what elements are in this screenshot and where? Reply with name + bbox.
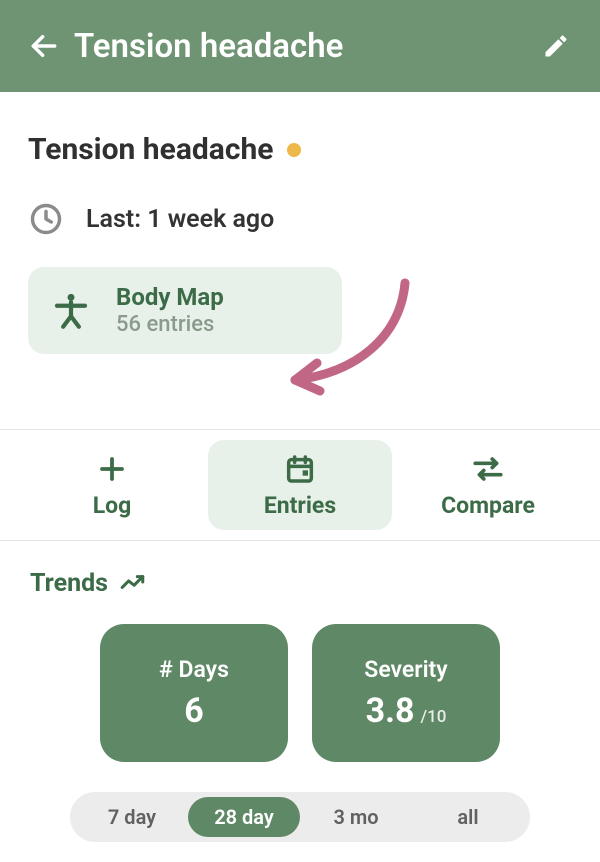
tab-log[interactable]: Log	[20, 440, 204, 530]
trend-card-days[interactable]: # Days 6	[100, 624, 288, 762]
tab-compare-label: Compare	[441, 492, 535, 519]
trend-card-severity-suffix: /10	[420, 707, 446, 727]
back-button[interactable]	[22, 24, 66, 68]
plus-icon	[95, 452, 129, 486]
tab-entries-label: Entries	[264, 492, 336, 519]
tab-entries[interactable]: Entries	[208, 440, 392, 530]
tabs-section: Log Entries	[0, 429, 600, 541]
trends-heading-row[interactable]: Trends	[28, 569, 572, 598]
range-all[interactable]: all	[412, 797, 524, 837]
trend-card-severity-title: Severity	[364, 656, 447, 683]
edit-button[interactable]	[534, 24, 578, 68]
body-map-icon	[50, 290, 92, 332]
arrow-left-icon	[28, 30, 60, 62]
last-entry-row: Last: 1 week ago	[28, 201, 572, 237]
range-7day[interactable]: 7 day	[76, 797, 188, 837]
status-dot-icon	[287, 143, 301, 157]
body-map-card[interactable]: Body Map 56 entries	[28, 267, 342, 354]
pencil-icon	[542, 32, 570, 60]
trend-card-days-title: # Days	[159, 656, 229, 683]
trend-card-severity-value: 3.8	[366, 691, 415, 731]
trend-card-severity[interactable]: Severity 3.8 /10	[312, 624, 500, 762]
tab-log-label: Log	[93, 492, 132, 519]
body-map-labels: Body Map 56 entries	[116, 283, 224, 338]
range-segmented-control: 7 day 28 day 3 mo all	[70, 792, 530, 842]
content: Tension headache Last: 1 week ago Body M	[0, 92, 600, 399]
title-row: Tension headache	[28, 132, 572, 167]
last-entry-label: Last: 1 week ago	[86, 205, 274, 234]
trend-up-icon	[120, 572, 146, 596]
trend-card-days-value: 6	[184, 691, 204, 731]
range-3mo[interactable]: 3 mo	[300, 797, 412, 837]
compare-icon	[471, 452, 505, 486]
clock-icon	[28, 201, 64, 237]
range-28day[interactable]: 28 day	[188, 797, 300, 837]
calendar-icon	[283, 452, 317, 486]
body-map-subtitle: 56 entries	[116, 312, 224, 338]
page-title: Tension headache	[28, 132, 273, 167]
body-map-title: Body Map	[116, 283, 224, 312]
trends-heading: Trends	[30, 569, 108, 598]
tab-compare[interactable]: Compare	[396, 440, 580, 530]
trends-section: Trends # Days 6 Severity 3.8 /10	[0, 541, 600, 862]
app-header: Tension headache	[0, 0, 600, 92]
header-title: Tension headache	[74, 27, 534, 66]
